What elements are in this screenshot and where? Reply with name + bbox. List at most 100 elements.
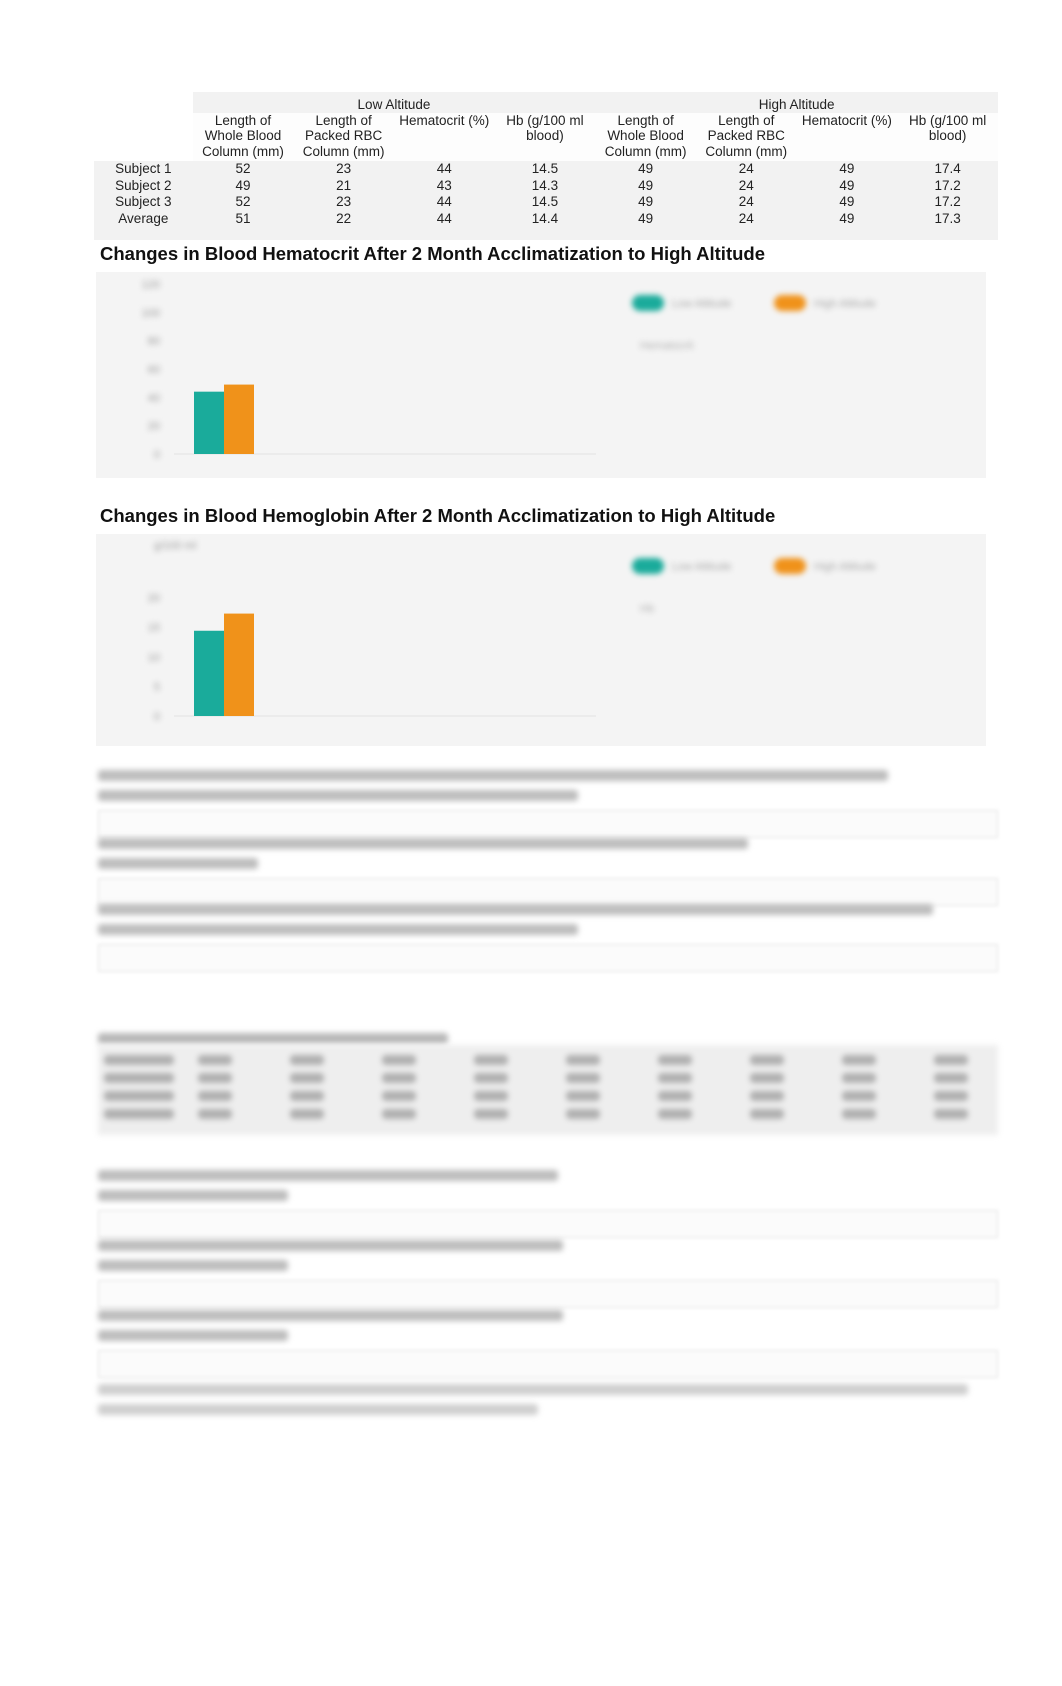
table-cell: 17.2 xyxy=(934,194,961,209)
group-header-high-altitude: High Altitude xyxy=(758,97,835,112)
table-2-cell xyxy=(750,1109,784,1119)
table-cell: 49 xyxy=(839,210,855,226)
table-2-cell xyxy=(382,1091,416,1101)
hematocrit-chart-panel: 0 20 40 60 80 100 120 Low Altitude High Altitude… xyxy=(96,272,986,478)
table-2-cell xyxy=(198,1055,232,1065)
table-cell: 17.3 xyxy=(934,210,961,226)
row-label: Subject 2 xyxy=(115,177,172,193)
answer-field[interactable] xyxy=(98,1280,998,1308)
column-header-line: Hb (g/100 ml xyxy=(506,112,584,128)
blood-data-table-container: Low Altitude High Altitude Length of Whol… xyxy=(94,92,998,240)
bar-high-altitude xyxy=(224,613,254,716)
row-label: Average xyxy=(118,210,169,226)
bar-high-altitude xyxy=(224,384,254,454)
question-text-line xyxy=(98,904,933,915)
table-2-cell xyxy=(104,1055,174,1065)
group-header-low-altitude: Low Altitude xyxy=(357,97,431,112)
y-tick-label: 80 xyxy=(148,336,160,348)
column-header-line: Whole Blood xyxy=(204,128,282,143)
table-2-cell xyxy=(382,1055,416,1065)
y-tick-label: 5 xyxy=(154,681,160,693)
row-label: Subject 3 xyxy=(115,194,172,209)
answer-field[interactable] xyxy=(98,810,998,838)
column-header-line: Hematocrit (%) xyxy=(399,112,490,128)
y-tick-label: 0 xyxy=(154,711,160,723)
question-text-line xyxy=(98,924,578,935)
question-text-line xyxy=(98,1330,288,1341)
table-cell: 23 xyxy=(336,161,352,176)
footer-text-line xyxy=(98,1404,538,1415)
table-cell: 14.4 xyxy=(531,210,559,226)
table-group-header-row: Low Altitude High Altitude xyxy=(94,92,998,161)
table-cell: 51 xyxy=(235,210,251,226)
table-2-cell xyxy=(934,1109,968,1119)
blood-data-table: Low Altitude High Altitude Length of Whol… xyxy=(94,92,998,227)
column-header-high-3: Hematocrit (%) xyxy=(796,112,898,161)
column-header-line: blood) xyxy=(928,128,967,143)
table-2-cell xyxy=(842,1055,876,1065)
table-row: Average 51 22 44 14.4 49 24 49 17.3 xyxy=(94,211,998,228)
hematocrit-chart-title: Changes in Blood Hematocrit After 2 Mont… xyxy=(100,243,765,264)
legend-label-measure: Hb xyxy=(640,603,654,615)
y-tick-label: 40 xyxy=(148,392,160,404)
table-corner-cell xyxy=(94,92,193,161)
row-label: Subject 1 xyxy=(115,161,172,176)
column-header-line: Hb (g/100 ml xyxy=(908,112,987,128)
question-text-line xyxy=(98,1310,563,1321)
table-cell: 44 xyxy=(436,194,452,209)
column-header-line: Whole Blood xyxy=(607,128,684,143)
column-header-low-1: Length of Whole Blood Column (mm) xyxy=(192,112,294,161)
column-header-line: Column (mm) xyxy=(302,143,385,159)
table-2-cell xyxy=(290,1073,324,1083)
table-2-cell xyxy=(474,1055,508,1065)
table-column-header-row: Length of Whole Blood Column (mm) Length of… xyxy=(94,112,998,161)
answer-field[interactable] xyxy=(98,1350,998,1378)
table-2-cell xyxy=(842,1073,876,1083)
y-axis-label: g/100 ml xyxy=(154,540,196,552)
table-2-cell xyxy=(290,1055,324,1065)
table-2-cell xyxy=(198,1091,232,1101)
legend-label: Low Altitude xyxy=(672,561,731,573)
table-cell: 43 xyxy=(436,177,452,193)
table-2-cell xyxy=(750,1055,784,1065)
table-cell: 49 xyxy=(839,177,855,193)
table-2-cell xyxy=(750,1073,784,1083)
legend-swatch xyxy=(774,295,806,311)
table-cell: 24 xyxy=(738,210,754,226)
column-header-line: Packed RBC xyxy=(304,128,383,143)
table-2-cell xyxy=(104,1091,174,1101)
table-cell: 49 xyxy=(638,194,654,209)
table-2-blurred xyxy=(98,1045,998,1135)
column-header-high-2: Length of Packed RBC Column (mm) xyxy=(695,112,797,161)
question-text-line xyxy=(98,770,888,781)
column-header-line: Column (mm) xyxy=(202,143,284,159)
table-cell: 49 xyxy=(235,177,251,193)
answer-field[interactable] xyxy=(98,878,998,906)
table-cell: 44 xyxy=(436,210,452,226)
legend-label: High Altitude xyxy=(814,298,876,310)
column-header-line: Length of xyxy=(214,112,272,128)
question-text-line xyxy=(98,1240,563,1251)
table-2-cell xyxy=(658,1055,692,1065)
table-cell: 23 xyxy=(336,194,352,209)
answer-field[interactable] xyxy=(98,944,998,972)
table-2-cell xyxy=(566,1073,600,1083)
question-text-line xyxy=(98,1190,288,1201)
table-cell: 52 xyxy=(235,161,251,176)
y-tick-label: 120 xyxy=(142,279,160,291)
column-header-low-3: Hematocrit (%) xyxy=(393,112,495,161)
table-row: Subject 1 52 23 44 14.5 49 24 49 17.4 xyxy=(94,161,998,178)
column-header-line: Length of xyxy=(617,112,674,128)
hemoglobin-chart: 0 5 10 15 20 g/100 ml Low Altitude High Altitud… xyxy=(148,540,876,723)
answer-field[interactable] xyxy=(98,1210,998,1238)
table-2-cell xyxy=(658,1073,692,1083)
question-text-line xyxy=(98,838,748,849)
column-header-line: Hematocrit (%) xyxy=(801,112,892,128)
table-2-cell xyxy=(474,1073,508,1083)
question-block-3 xyxy=(98,904,998,972)
y-tick-label: 100 xyxy=(142,307,160,319)
column-header-line: Column (mm) xyxy=(604,143,687,159)
column-header-low-2: Length of Packed RBC Column (mm) xyxy=(293,112,394,161)
table-row: Subject 3 52 23 44 14.5 49 24 49 17.2 xyxy=(94,194,998,211)
table-cell: 24 xyxy=(738,161,754,176)
